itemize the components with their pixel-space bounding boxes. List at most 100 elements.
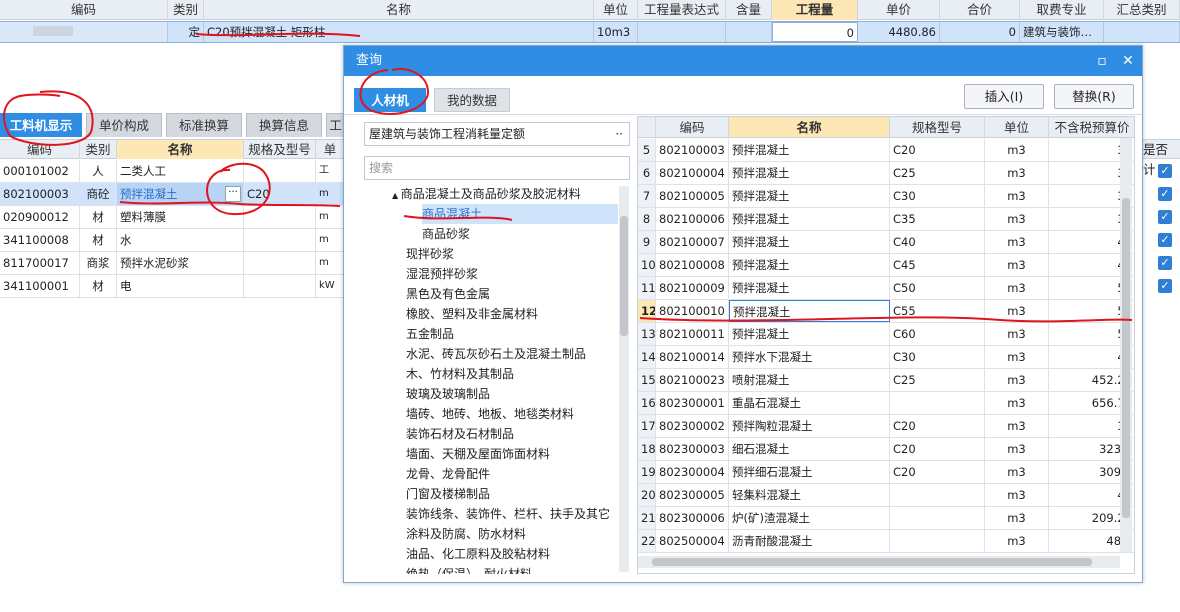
material-spec-cell[interactable] [244,275,316,297]
result-row[interactable]: 21 802300006 炉(矿)渣混凝土 m3 209.27 [638,507,1134,530]
material-code-cell[interactable]: 811700017 [0,252,80,274]
search-input[interactable]: 搜索 [364,156,630,180]
rg-col-price[interactable]: 不含税预算价 [1049,117,1134,138]
library-select[interactable]: 屋建筑与装饰工程消耗量定额 ·· [364,122,630,146]
grid-vscrollbar[interactable] [1120,138,1132,552]
rg-col-unit[interactable]: 单位 [985,117,1049,138]
result-unit-cell[interactable]: m3 [985,415,1049,437]
result-row[interactable]: 11802100009预拌混凝土C50m350 [638,277,1134,300]
tree-item[interactable]: 墙面、天棚及屋面饰面材料 [406,444,550,464]
result-unit-cell[interactable]: m3 [985,300,1049,322]
material-row[interactable]: 341100008 材水 m [0,229,345,252]
tree-item[interactable]: 橡胶、塑料及非金属材料 [406,304,538,324]
result-row[interactable]: 16 802300001 重晶石混凝土 m3 656.73 [638,392,1134,415]
lg-col-include[interactable]: 是否计 [1140,139,1180,177]
material-unit-cell[interactable]: m [316,183,345,205]
result-row[interactable]: 5802100003预拌混凝土C20m333 [638,139,1134,162]
col-quantity[interactable]: 工程量 [772,0,858,20]
checkbox[interactable]: ✓ [1158,187,1172,201]
tree-item[interactable]: 黑色及有色金属 [406,284,490,304]
result-code-cell[interactable]: 802300001 [656,392,729,414]
result-unit-cell[interactable]: m3 [985,208,1049,230]
result-row[interactable]: 22802500004沥青耐酸混凝土m3483. [638,530,1134,553]
result-row[interactable]: 15 802100023 喷射混凝土 C25 m3 452.24 [638,369,1134,392]
result-unit-cell[interactable]: m3 [985,346,1049,368]
result-code-cell[interactable]: 802100009 [656,277,729,299]
result-spec-cell[interactable]: C20 [890,139,985,161]
material-row[interactable]: 811700017 商浆 预拌水泥砂浆 m [0,252,345,275]
lg-col-code[interactable]: 编码 [0,140,80,159]
result-code-cell[interactable]: 802100005 [656,185,729,207]
tree-item[interactable]: 装饰石材及石材制品 [406,424,514,444]
result-name-cell[interactable]: 重晶石混凝土 [729,392,890,414]
material-code-cell[interactable]: 802100003 [0,183,80,205]
result-code-cell[interactable]: 802300002 [656,415,729,437]
result-row[interactable]: 19 802300004 预拌细石混凝土 C20 m3 309.3 [638,461,1134,484]
lg-col-unit[interactable]: 单 [316,140,345,159]
result-row[interactable]: 18 802300003 细石混凝土 C20 m3 323.9 [638,438,1134,461]
material-spec-cell[interactable] [244,160,316,182]
material-spec-cell[interactable] [244,229,316,251]
tree-item[interactable]: 商品砂浆 [422,224,470,244]
tree-item[interactable]: 五金制品 [406,324,454,344]
result-name-cell[interactable]: 预拌混凝土 [729,231,890,253]
tree-item[interactable]: 现拌砂浆 [406,244,454,264]
quota-row[interactable]: 定 C20预拌混凝土 矩形柱 10m3 0 4480.86 0 建筑与装饰… [0,21,1180,43]
col-code[interactable]: 编码 [0,0,168,20]
result-code-cell[interactable]: 802300005 [656,484,729,506]
result-spec-cell[interactable]: C55 [890,300,985,322]
material-code-cell[interactable]: 000101002 [0,160,80,182]
result-unit-cell[interactable]: m3 [985,277,1049,299]
quota-expression[interactable] [638,22,726,42]
result-code-cell[interactable]: 802300006 [656,507,729,529]
result-unit-cell[interactable]: m3 [985,461,1049,483]
result-code-cell[interactable]: 802100023 [656,369,729,391]
result-code-cell[interactable]: 802100014 [656,346,729,368]
tree-item[interactable]: 湿混预拌砂浆 [406,264,478,284]
collapse-arrow-icon[interactable]: ▲ [392,191,401,200]
result-code-cell[interactable]: 802500004 [656,530,729,552]
material-unit-cell[interactable]: 工 [316,160,345,182]
result-spec-cell[interactable]: C50 [890,277,985,299]
rg-col-spec[interactable]: 规格型号 [890,117,985,138]
result-name-cell[interactable]: 预拌细石混凝土 [729,461,890,483]
result-name-cell[interactable]: 预拌混凝土 [729,208,890,230]
material-type-cell[interactable]: 材 [80,275,117,297]
result-spec-cell[interactable]: C40 [890,231,985,253]
lg-col-spec[interactable]: 规格及型号 [244,140,316,159]
material-code-cell[interactable]: 020900012 [0,206,80,228]
result-unit-cell[interactable]: m3 [985,392,1049,414]
result-row[interactable]: 13802100011预拌混凝土C60m357 [638,323,1134,346]
result-row[interactable]: 20802300005轻集料混凝土m345 [638,484,1134,507]
result-name-cell[interactable]: 预拌陶粒混凝土 [729,415,890,437]
material-row[interactable]: 020900012 材塑料薄膜 m [0,206,345,229]
rg-col-code[interactable]: 编码 [656,117,729,138]
tree-item[interactable]: 涂料及防腐、防水材料 [406,524,526,544]
result-code-cell[interactable]: 802100004 [656,162,729,184]
result-row[interactable]: 12802100010预拌混凝土C55m354 [638,300,1134,323]
result-unit-cell[interactable]: m3 [985,438,1049,460]
quota-code-cell[interactable] [0,22,168,42]
result-code-cell[interactable]: 802300004 [656,461,729,483]
material-unit-cell[interactable]: m [316,229,345,251]
result-spec-cell[interactable]: C30 [890,185,985,207]
quota-name[interactable]: C20预拌混凝土 矩形柱 [204,22,594,42]
result-code-cell[interactable]: 802100007 [656,231,729,253]
material-code-cell[interactable]: 341100001 [0,275,80,297]
result-unit-cell[interactable]: m3 [985,507,1049,529]
tab-price-composition[interactable]: 单价构成 [86,113,162,137]
result-spec-cell[interactable]: C25 [890,162,985,184]
material-type-cell[interactable]: 人 [80,160,117,182]
quota-unit-price[interactable]: 4480.86 [858,22,940,42]
lg-col-name[interactable]: 名称 [117,140,244,159]
result-unit-cell[interactable]: m3 [985,530,1049,552]
material-spec-cell[interactable] [244,206,316,228]
tree-item[interactable]: 龙骨、龙骨配件 [406,464,490,484]
result-unit-cell[interactable]: m3 [985,323,1049,345]
tree-item[interactable]: 商品混凝土 [422,204,618,224]
checkbox[interactable]: ✓ [1158,210,1172,224]
tree-item[interactable]: ▲ 商品混凝土及商品砂浆及胶泥材料 [392,184,581,204]
col-specialty[interactable]: 取费专业 [1020,0,1104,20]
quota-quantity-input[interactable]: 0 [772,22,858,42]
result-spec-cell[interactable] [890,507,985,529]
